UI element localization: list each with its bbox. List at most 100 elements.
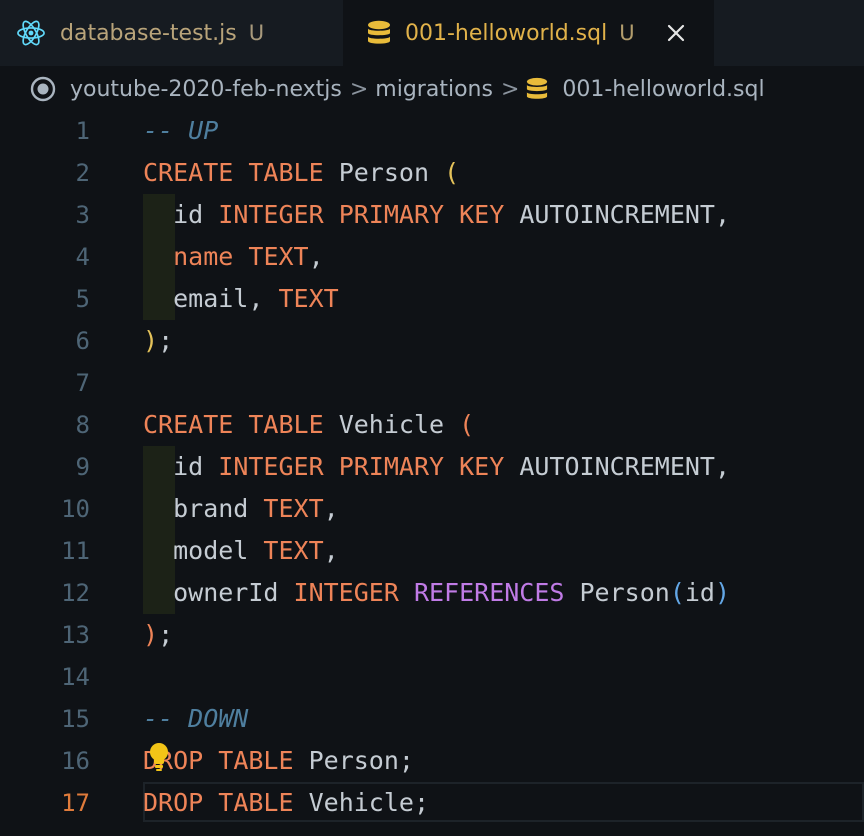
breadcrumb-item-folder[interactable]: migrations	[375, 77, 493, 102]
code-line[interactable]: 8 CREATE TABLE Vehicle (	[0, 404, 864, 446]
database-icon	[367, 20, 391, 46]
code-token: PRIMARY	[338, 452, 445, 481]
code-token: TEXT	[248, 242, 309, 271]
code-token: Person	[564, 578, 670, 607]
code-line[interactable]: 17 DROP TABLE Vehicle;	[0, 782, 864, 824]
code-line[interactable]: 7	[0, 362, 864, 404]
react-icon	[16, 19, 46, 47]
breadcrumb: youtube-2020-feb-nextjs > migrations > 0…	[0, 66, 864, 112]
close-icon[interactable]	[665, 22, 687, 44]
code-token: TABLE	[248, 410, 324, 439]
code-token: AUTOINCREMENT,	[504, 452, 731, 481]
code-text: email, TEXT	[143, 278, 339, 320]
line-number: 14	[61, 663, 90, 691]
code-token: id	[143, 452, 219, 481]
code-line[interactable]: 12 ownerId INTEGER REFERENCES Person(id)	[0, 572, 864, 614]
code-text: name TEXT,	[143, 236, 324, 278]
breadcrumb-item-project[interactable]: youtube-2020-feb-nextjs	[70, 77, 342, 102]
line-number: 7	[75, 369, 90, 397]
breadcrumb-item-file[interactable]: 001-helloworld.sql	[562, 77, 764, 102]
lightbulb-icon[interactable]	[148, 742, 170, 774]
code-token: Vehicle	[323, 410, 460, 439]
code-token: TABLE	[218, 788, 294, 817]
code-line[interactable]: 15 -- DOWN	[0, 698, 864, 740]
code-token: INTEGER	[218, 200, 324, 229]
code-text: id INTEGER PRIMARY KEY AUTOINCREMENT,	[143, 194, 730, 236]
code-token: Person	[323, 158, 445, 187]
code-token: ,	[323, 536, 339, 565]
code-token: TABLE	[218, 746, 294, 775]
record-circle-icon	[30, 76, 56, 102]
code-token: CREATE	[143, 410, 234, 439]
code-line[interactable]: 14	[0, 656, 864, 698]
code-token: id	[684, 578, 715, 607]
code-text: id INTEGER PRIMARY KEY AUTOINCREMENT,	[143, 446, 730, 488]
code-text: brand TEXT,	[143, 488, 339, 530]
line-number: 6	[75, 327, 90, 355]
git-status-badge: U	[248, 21, 265, 45]
git-status-badge: U	[619, 21, 635, 45]
breadcrumb-separator: >	[349, 76, 369, 102]
code-line[interactable]: 10 brand TEXT,	[0, 488, 864, 530]
code-token: TEXT	[278, 284, 339, 313]
code-token: KEY	[459, 452, 505, 481]
code-token: )	[714, 578, 731, 607]
code-token: AUTOINCREMENT,	[504, 200, 731, 229]
line-number: 1	[75, 117, 90, 145]
code-line[interactable]: 3 id INTEGER PRIMARY KEY AUTOINCREMENT,	[0, 194, 864, 236]
tab-database-test-js[interactable]: database-test.js U	[0, 0, 343, 66]
code-line[interactable]: 4 name TEXT,	[0, 236, 864, 278]
code-line[interactable]: 9 id INTEGER PRIMARY KEY AUTOINCREMENT,	[0, 446, 864, 488]
code-token: name	[173, 242, 234, 271]
code-line[interactable]: 2 CREATE TABLE Person (	[0, 152, 864, 194]
line-number: 9	[75, 453, 90, 481]
code-line[interactable]: 16 DROP TABLE Person;	[0, 740, 864, 782]
code-token: ,	[323, 494, 339, 523]
code-token: TABLE	[248, 158, 324, 187]
code-line[interactable]: 13);	[0, 614, 864, 656]
line-number: 4	[75, 243, 90, 271]
line-number: 15	[61, 705, 90, 733]
code-token: REFERENCES	[413, 578, 565, 607]
code-token: model	[143, 536, 264, 565]
line-number: 3	[75, 201, 90, 229]
database-icon	[526, 77, 548, 101]
code-line[interactable]: 1 -- UP	[0, 110, 864, 152]
tab-label: 001-helloworld.sql	[405, 20, 608, 46]
code-token: TEXT	[263, 494, 324, 523]
code-line[interactable]: 6);	[0, 320, 864, 362]
code-text: -- UP	[143, 110, 218, 152]
code-token: id	[143, 200, 219, 229]
code-token: Vehicle;	[293, 788, 430, 817]
tab-label: database-test.js	[60, 20, 237, 46]
line-number: 2	[75, 159, 90, 187]
code-token: INTEGER	[218, 452, 324, 481]
code-token: -- DOWN	[143, 704, 249, 733]
code-text: );	[143, 320, 173, 362]
code-editor[interactable]: 1 -- UP 2 CREATE TABLE Person (3 id INTEGER…	[0, 110, 864, 836]
code-line[interactable]: 5 email, TEXT	[0, 278, 864, 320]
tab-001-helloworld-sql[interactable]: 001-helloworld.sql U	[343, 0, 714, 66]
code-text: CREATE TABLE Vehicle (	[143, 404, 474, 446]
line-number: 10	[61, 495, 90, 523]
tab-bar: database-test.js U 001-helloworld.sql U	[0, 0, 864, 66]
code-token: (	[669, 578, 685, 607]
line-number: 11	[61, 537, 90, 565]
code-line[interactable]: 11 model TEXT,	[0, 530, 864, 572]
code-token: CREATE	[143, 158, 234, 187]
code-token: ownerId	[143, 578, 294, 607]
code-token: ;	[158, 326, 174, 355]
breadcrumb-separator: >	[500, 76, 520, 102]
code-token: Person;	[293, 746, 414, 775]
code-token: DROP	[143, 788, 204, 817]
